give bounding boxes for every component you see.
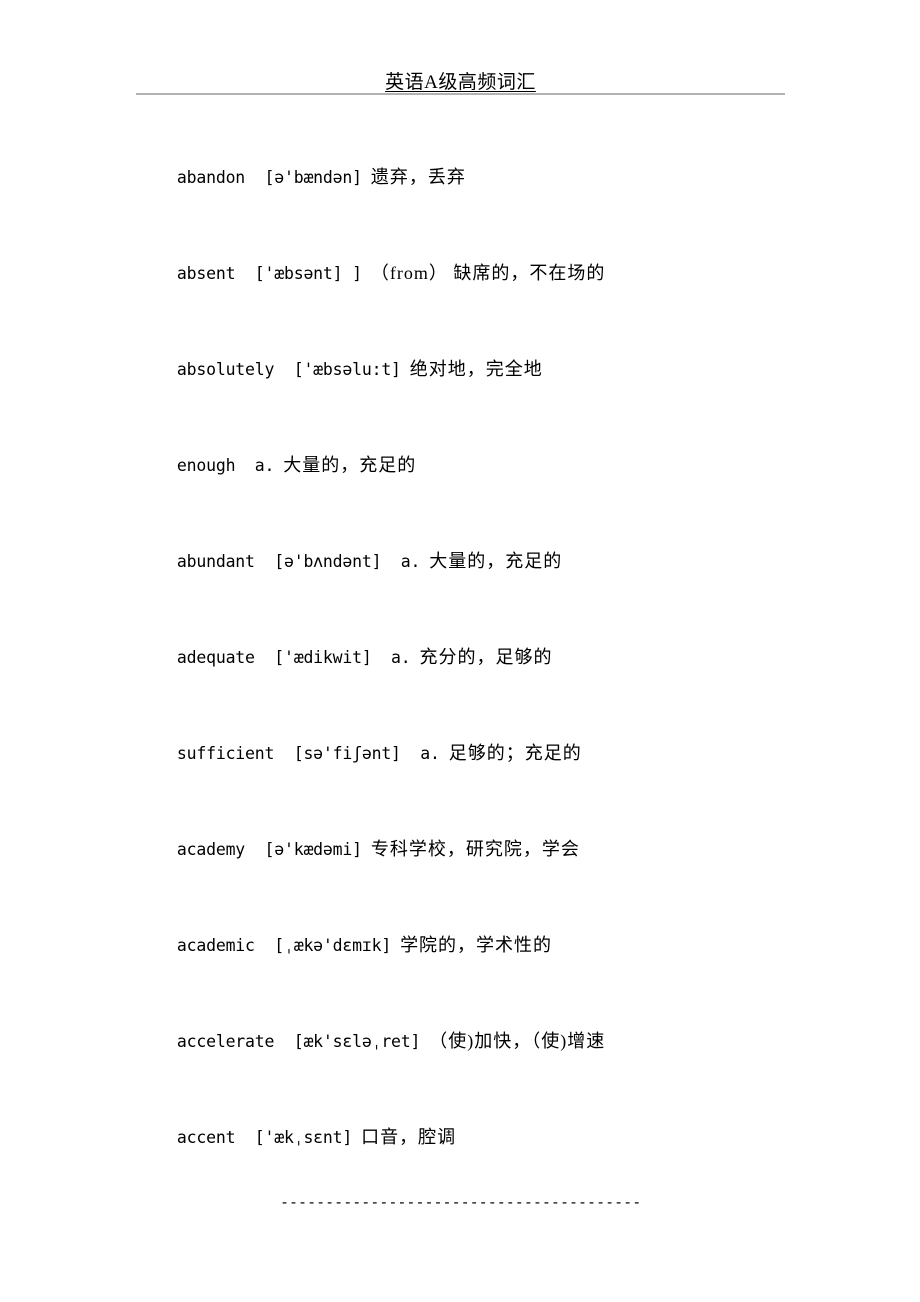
list-item: absent ['æbsənt] ] （from） 缺席的，不在场的 bbox=[138, 228, 838, 324]
page-title: 英语A级高频词汇 bbox=[385, 72, 536, 93]
vocabulary-entry-adequate: adequate ['ædikwit] a. 充分的，足够的 bbox=[138, 612, 553, 703]
list-item: enough a. 大量的，充足的 bbox=[138, 420, 838, 516]
document-page: 英语A级高频词汇 abandon [ə'bændən] 遗弃，丢弃 absent … bbox=[0, 0, 920, 1302]
entry-latin: enough a. bbox=[176, 456, 275, 475]
list-item: academy [ə'kædəmi] 专科学校，研究院，学会 bbox=[138, 804, 838, 900]
vocabulary-entry-absent: absent ['æbsənt] ] （from） 缺席的，不在场的 bbox=[138, 228, 605, 319]
entry-definition: 大量的，充足的 bbox=[283, 455, 417, 475]
entry-latin: sufficient [sə'fiʃənt] a. bbox=[176, 744, 440, 763]
footer-separator: ----------------------------------------… bbox=[280, 1193, 640, 1211]
vocabulary-entry-enough: enough a. 大量的，充足的 bbox=[138, 420, 416, 511]
entry-definition: （使)加快，（使)增速 bbox=[429, 1031, 606, 1051]
entry-latin: adequate ['ædikwit] a. bbox=[176, 648, 411, 667]
vocabulary-entry-abundant: abundant [ə'bʌndənt] a. 大量的，充足的 bbox=[138, 516, 562, 607]
vocabulary-entry-abandon: abandon [ə'bændən] 遗弃，丢弃 bbox=[138, 132, 466, 223]
entry-definition: 遗弃，丢弃 bbox=[370, 167, 466, 187]
entry-latin: accent ['ækˌsɛnt] bbox=[176, 1128, 353, 1147]
entry-latin: abundant [ə'bʌndənt] a. bbox=[176, 552, 421, 571]
vocabulary-list: abandon [ə'bændən] 遗弃，丢弃 absent ['æbsənt]… bbox=[138, 132, 838, 1188]
entry-definition: 充分的，足够的 bbox=[419, 647, 553, 667]
entry-latin: accelerate [æk'sɛləˌret] bbox=[176, 1032, 421, 1051]
entry-latin: absolutely ['æbsəlu:t] bbox=[176, 360, 401, 379]
vocabulary-entry-accent: accent ['ækˌsɛnt] 口音，腔调 bbox=[138, 1092, 456, 1183]
entry-latin: academic [ˌækə'dɛmɪk] bbox=[176, 936, 392, 955]
vocabulary-entry-absolutely: absolutely ['æbsəlu:t] 绝对地，完全地 bbox=[138, 324, 543, 415]
vocabulary-entry-accelerate: accelerate [æk'sɛləˌret] （使)加快，（使)增速 bbox=[138, 996, 605, 1087]
list-item: adequate ['ædikwit] a. 充分的，足够的 bbox=[138, 612, 838, 708]
entry-definition: 学院的，学术性的 bbox=[400, 935, 553, 955]
list-item: abandon [ə'bændən] 遗弃，丢弃 bbox=[138, 132, 838, 228]
dashed-rule: ----------------------------------------… bbox=[280, 1193, 640, 1211]
list-item: absolutely ['æbsəlu:t] 绝对地，完全地 bbox=[138, 324, 838, 420]
list-item: academic [ˌækə'dɛmɪk] 学院的，学术性的 bbox=[138, 900, 838, 996]
entry-definition: 口音，腔调 bbox=[361, 1127, 457, 1147]
vocabulary-entry-sufficient: sufficient [sə'fiʃənt] a. 足够的；充足的 bbox=[138, 708, 582, 799]
entry-definition: 绝对地，完全地 bbox=[409, 359, 543, 379]
entry-definition: 大量的，充足的 bbox=[429, 551, 563, 571]
entry-definition: 专科学校，研究院，学会 bbox=[370, 839, 580, 859]
entry-definition: 足够的；充足的 bbox=[448, 743, 582, 763]
entry-latin: academy [ə'kædəmi] bbox=[176, 840, 362, 859]
list-item: accelerate [æk'sɛləˌret] （使)加快，（使)增速 bbox=[138, 996, 838, 1092]
list-item: abundant [ə'bʌndənt] a. 大量的，充足的 bbox=[138, 516, 838, 612]
entry-definition: （from） 缺席的，不在场的 bbox=[370, 263, 606, 283]
list-item: sufficient [sə'fiʃənt] a. 足够的；充足的 bbox=[138, 708, 838, 804]
vocabulary-entry-academy: academy [ə'kædəmi] 专科学校，研究院，学会 bbox=[138, 804, 580, 895]
entry-latin: absent ['æbsənt] ] bbox=[176, 264, 362, 283]
header-divider bbox=[136, 93, 785, 95]
entry-latin: abandon [ə'bændən] bbox=[176, 168, 362, 187]
document-header: 英语A级高频词汇 bbox=[136, 60, 785, 94]
vocabulary-entry-academic: academic [ˌækə'dɛmɪk] 学院的，学术性的 bbox=[138, 900, 552, 991]
list-item: accent ['ækˌsɛnt] 口音，腔调 bbox=[138, 1092, 838, 1188]
